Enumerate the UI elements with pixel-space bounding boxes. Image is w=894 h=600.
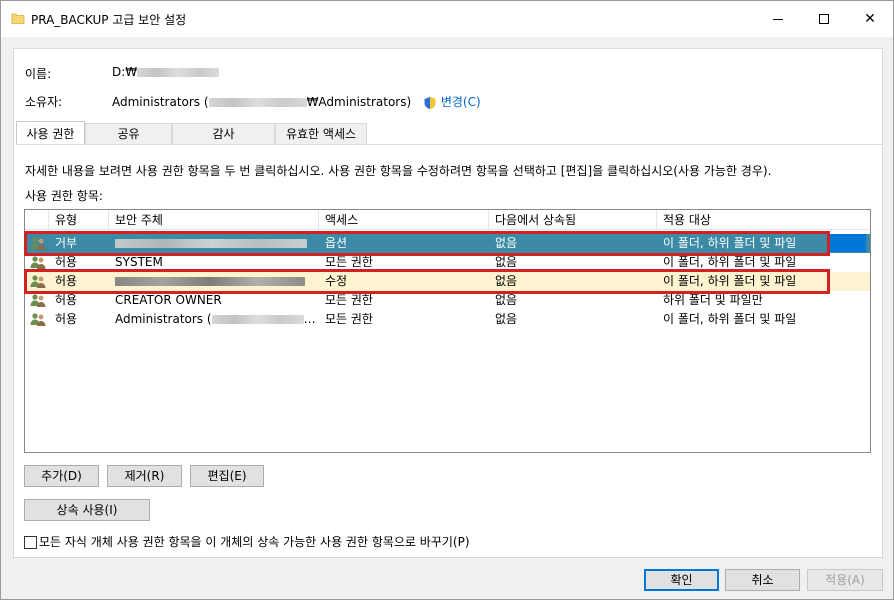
replace-child-permissions-label: 모든 자식 개체 사용 권한 항목을 이 개체의 상속 가능한 사용 권한 항목… — [39, 535, 470, 549]
name-value: D:₩ — [112, 65, 220, 79]
change-owner-link[interactable]: 변경(C) — [423, 95, 481, 109]
user-group-icon — [30, 275, 46, 288]
folder-icon — [11, 13, 25, 24]
row-principal: SYSTEM — [115, 255, 163, 269]
row-principal: Administrators (… — [115, 312, 316, 326]
apply-button[interactable]: 적용(A) — [807, 569, 883, 591]
enable-inheritance-button[interactable]: 상속 사용(I) — [24, 499, 150, 521]
row-applies-to: 이 폴더, 하위 폴더 및 파일 — [663, 236, 797, 250]
close-icon: ✕ — [864, 11, 876, 27]
tab-sharing[interactable]: 공유 — [85, 123, 172, 145]
row-applies-to: 이 폴더, 하위 폴더 및 파일 — [663, 274, 797, 288]
security-settings-window: PRA_BACKUP 고급 보안 설정 ✕ 이름: D:₩ 소유자: Admin… — [0, 0, 894, 600]
change-link-text: 변경(C) — [440, 95, 481, 109]
row-access: 수정 — [325, 274, 348, 288]
redacted-principal — [115, 277, 305, 286]
redacted-host — [211, 315, 304, 324]
table-row[interactable]: 허용 수정 없음 이 폴더, 하위 폴더 및 파일 — [25, 272, 870, 291]
header-type[interactable]: 유형 — [49, 210, 109, 230]
row-principal — [115, 272, 305, 291]
owner-value-suffix: ₩Administrators) — [306, 95, 412, 109]
header-applies-to[interactable]: 적용 대상 — [657, 210, 870, 230]
header-access[interactable]: 액세스 — [319, 210, 489, 230]
owner-value-prefix: Administrators ( — [112, 95, 209, 109]
header-icon-col — [25, 210, 49, 230]
row-type: 허용 — [55, 293, 78, 307]
row-access: 모든 권한 — [325, 312, 373, 326]
redacted-principal — [115, 239, 307, 248]
row-access: 옵션 — [325, 236, 348, 250]
row-access: 모든 권한 — [325, 255, 373, 269]
row-inherited: 없음 — [495, 255, 518, 269]
close-button[interactable]: ✕ — [847, 1, 893, 37]
replace-child-permissions-checkbox[interactable] — [24, 536, 37, 549]
table-row[interactable]: 허용 SYSTEM 모든 권한 없음 이 폴더, 하위 폴더 및 파일 — [25, 253, 870, 272]
list-header: 유형 보안 주체 액세스 다음에서 상속됨 적용 대상 — [25, 210, 870, 230]
row-principal — [115, 234, 307, 253]
ok-button[interactable]: 확인 — [644, 569, 719, 591]
permission-entries-list[interactable]: 유형 보안 주체 액세스 다음에서 상속됨 적용 대상 거부 옵션 없음 이 폴… — [24, 209, 871, 453]
row-inherited: 없음 — [495, 274, 518, 288]
table-row[interactable]: 거부 옵션 없음 이 폴더, 하위 폴더 및 파일 — [25, 234, 870, 253]
permission-list-label: 사용 권한 항목: — [25, 189, 103, 203]
user-group-icon — [30, 256, 46, 269]
row-applies-to: 하위 폴더 및 파일만 — [663, 293, 763, 307]
redacted-host — [208, 98, 307, 107]
minimize-icon — [773, 18, 783, 20]
row-applies-to: 이 폴더, 하위 폴더 및 파일 — [663, 255, 797, 269]
owner-value: Administrators ( ₩Administrators) 변경(C) — [112, 93, 481, 110]
row-inherited: 없음 — [495, 293, 518, 307]
uac-shield-icon — [424, 96, 436, 109]
tab-divider — [16, 144, 882, 145]
row-inherited: 없음 — [495, 312, 518, 326]
maximize-button[interactable] — [801, 1, 847, 37]
row-applies-to: 이 폴더, 하위 폴더 및 파일 — [663, 312, 797, 326]
table-row[interactable]: 허용 CREATOR OWNER 모든 권한 없음 하위 폴더 및 파일만 — [25, 291, 870, 310]
tab-permissions[interactable]: 사용 권한 — [16, 121, 85, 145]
user-group-icon — [30, 237, 46, 250]
row-type: 허용 — [55, 274, 78, 288]
row-principal: CREATOR OWNER — [115, 293, 222, 307]
remove-button[interactable]: 제거(R) — [107, 465, 182, 487]
owner-label: 소유자: — [25, 95, 63, 109]
table-row[interactable]: 허용 Administrators (… 모든 권한 없음 이 폴더, 하위 폴… — [25, 310, 870, 329]
selection-overflow — [828, 234, 866, 252]
add-button[interactable]: 추가(D) — [24, 465, 99, 487]
description-text: 자세한 내용을 보려면 사용 권한 항목을 두 번 클릭하십시오. 사용 권한 … — [25, 164, 772, 178]
title-bar: PRA_BACKUP 고급 보안 설정 ✕ — [1, 1, 893, 37]
row-type: 허용 — [55, 312, 78, 326]
name-label: 이름: — [25, 67, 52, 81]
row-type: 허용 — [55, 255, 78, 269]
row-type: 거부 — [55, 236, 78, 250]
redacted-path — [137, 68, 220, 77]
maximize-icon — [819, 14, 829, 24]
name-value-text: D:₩ — [112, 65, 138, 79]
window-title: PRA_BACKUP 고급 보안 설정 — [31, 13, 187, 27]
tab-auditing[interactable]: 감사 — [172, 123, 275, 145]
user-group-icon — [30, 294, 46, 307]
cancel-button[interactable]: 취소 — [725, 569, 800, 591]
row-inherited: 없음 — [495, 236, 518, 250]
minimize-button[interactable] — [755, 1, 801, 37]
user-group-icon — [30, 313, 46, 326]
header-inherited[interactable]: 다음에서 상속됨 — [489, 210, 657, 230]
row-access: 모든 권한 — [325, 293, 373, 307]
header-principal[interactable]: 보안 주체 — [109, 210, 319, 230]
edit-button[interactable]: 편집(E) — [190, 465, 264, 487]
tab-effective-access[interactable]: 유효한 액세스 — [275, 123, 367, 145]
